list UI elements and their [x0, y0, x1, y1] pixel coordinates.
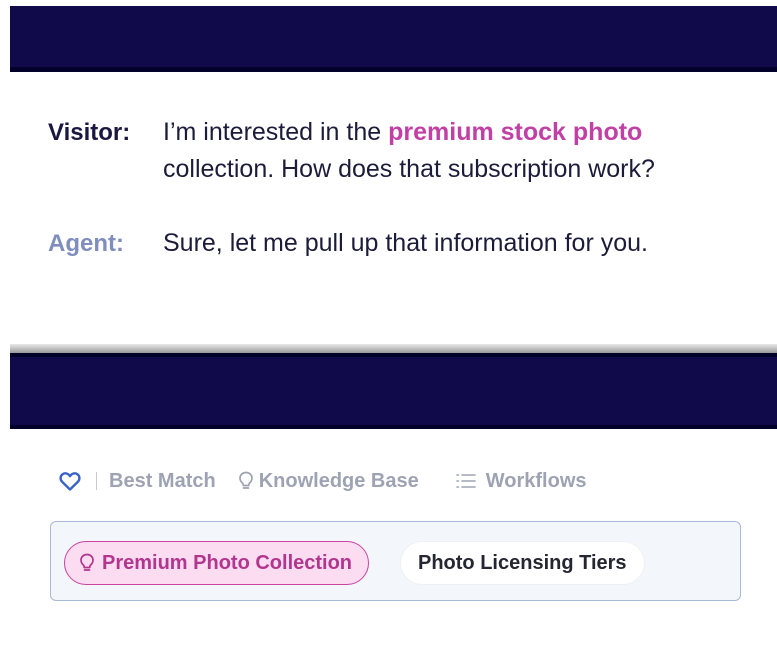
suggestion-chip-premium-photo-collection[interactable]: Premium Photo Collection — [64, 541, 370, 585]
best-match-tab[interactable]: Best Match — [109, 470, 216, 493]
workflows-tab[interactable]: Workflows — [455, 470, 587, 493]
visitor-message-text: I’m interested in the — [163, 118, 389, 146]
workflows-label: Workflows — [485, 469, 587, 492]
highlighted-keyword: premium stock photo — [388, 118, 643, 146]
suggestion-chip-photo-licensing-tiers[interactable]: Photo Licensing Tiers — [400, 541, 645, 585]
top-header-band — [10, 6, 777, 72]
screen: Visitor: I’m interested in the premium s… — [0, 0, 777, 654]
heart-outline-icon — [59, 472, 81, 491]
visitor-label: Visitor: — [48, 119, 131, 146]
conversation-transcript — [10, 72, 777, 348]
favorite-button[interactable] — [58, 470, 82, 492]
agent-label: Agent: — [48, 230, 124, 257]
suggestion-chip-label: Premium Photo Collection — [102, 551, 353, 574]
visitor-message-line-1: I’m interested in the premium stock phot… — [163, 117, 642, 148]
best-match-label: Best Match — [109, 469, 216, 492]
visitor-message-line-2: collection. How does that subscription w… — [163, 155, 655, 183]
bottom-header-band — [10, 353, 777, 429]
lightbulb-icon — [238, 471, 253, 489]
list-icon — [455, 474, 476, 488]
toolbar-divider — [96, 472, 97, 490]
lightbulb-icon — [80, 553, 94, 571]
knowledge-base-tab[interactable]: Knowledge Base — [238, 470, 419, 493]
suggestion-chip-label: Photo Licensing Tiers — [418, 551, 627, 574]
suggestions-panel: Premium Photo Collection Photo Licensing… — [50, 521, 741, 601]
knowledge-base-label: Knowledge Base — [258, 469, 419, 492]
section-divider — [10, 344, 777, 353]
assist-toolbar: Best Match Knowledge Base Workflows — [58, 466, 587, 496]
agent-message: Sure, let me pull up that information fo… — [163, 229, 648, 257]
